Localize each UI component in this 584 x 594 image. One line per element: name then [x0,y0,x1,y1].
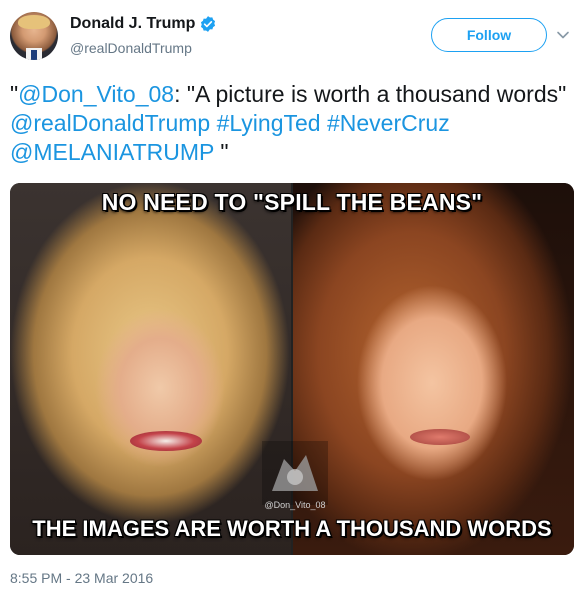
avatar[interactable] [10,12,58,60]
quote-close: " [213,139,229,165]
name-row: Donald J. Trump [70,15,217,33]
mention-don-vito[interactable]: @Don_Vito_08 [18,81,174,107]
photo-right-woman [292,183,574,555]
quote-open: " [10,81,19,107]
meme-bottom-caption: THE IMAGES ARE WORTH A THOUSAND WORDS [32,516,552,541]
display-name[interactable]: Donald J. Trump [70,15,195,33]
photo-left-woman [10,183,292,555]
tweet-header: Donald J. Trump @realDonaldTrump Follow [10,10,574,66]
hashtag-lyingted[interactable]: #LyingTed [217,110,321,136]
tweet-body: : "A picture is worth a thousand words" [174,81,567,107]
tweet-timestamp[interactable]: 8:55 PM - 23 Mar 2016 [10,570,153,586]
watermark-text: @Don_Vito_08 [264,500,326,510]
mention-melaniatrump[interactable]: @MELANIATRUMP [10,139,214,165]
user-handle[interactable]: @realDonaldTrump [70,40,192,56]
mention-realdonaldtrump[interactable]: @realDonaldTrump [10,110,210,136]
avatar-tie [31,50,37,60]
chevron-down-icon[interactable] [556,28,570,42]
mouth-shape [130,431,202,451]
tweet-media-image[interactable]: NO NEED TO "SPILL THE BEANS" @Don_Vito_0… [10,183,574,555]
avatar-hair [18,15,50,29]
meme-top-caption: NO NEED TO "SPILL THE BEANS" [101,189,483,215]
hashtag-nevercruz[interactable]: #NeverCruz [327,110,450,136]
verified-badge-icon [201,16,216,32]
tweet-text: "@Don_Vito_08: "A picture is worth a tho… [10,80,576,167]
watermark-logo-icon [262,441,328,505]
lips-shape [410,429,470,445]
follow-button[interactable]: Follow [431,18,547,52]
